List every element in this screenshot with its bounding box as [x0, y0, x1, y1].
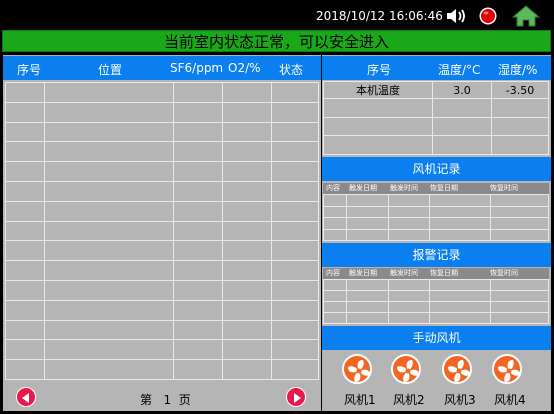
fan-icon — [492, 354, 522, 384]
table-row — [5, 180, 319, 202]
manual-fan-title: 手动风机 — [322, 326, 551, 350]
table-row — [5, 141, 319, 163]
table-row — [323, 228, 549, 241]
table-row — [5, 161, 319, 182]
fan-1-label: 风机1 — [344, 393, 376, 407]
fan-log-table — [323, 194, 549, 241]
table-row — [323, 312, 549, 324]
table-row — [5, 260, 319, 281]
table-row — [5, 299, 319, 321]
col-o2: O2/% — [228, 61, 261, 75]
col-status: 状态 — [279, 63, 304, 77]
sensor-table — [5, 82, 319, 380]
col-humidity: 湿度/% — [498, 63, 538, 77]
col-temp: 温度/°C — [438, 63, 481, 77]
table-row — [5, 82, 319, 103]
prev-page-button[interactable] — [16, 387, 36, 407]
local-row-temp: 3.0 — [432, 81, 492, 99]
fan-4-label: 风机4 — [494, 393, 526, 407]
speaker-icon[interactable] — [446, 7, 468, 25]
alarm-log-table — [323, 279, 549, 324]
local-table-header: 序号 温度/°C 湿度/% — [322, 56, 551, 80]
sensor-table-header: 序号 位置 SF6/ppm O2/% 状态 — [3, 56, 321, 80]
fan-icon — [342, 354, 372, 384]
fan-icon — [391, 354, 421, 384]
col-location: 位置 — [98, 63, 123, 77]
col-index: 序号 — [17, 63, 42, 77]
table-row — [5, 319, 319, 341]
fan-3-button[interactable] — [442, 354, 476, 388]
next-page-button[interactable] — [286, 387, 306, 407]
fan-1-button[interactable] — [342, 354, 376, 388]
alarm-log-header: 内容 触发日期 触发时间 恢复日期 恢复时间 — [323, 268, 549, 279]
datetime-display: 2018/10/12 16:06:46 — [316, 9, 443, 23]
fan-3-label: 风机3 — [444, 393, 476, 407]
home-icon[interactable] — [511, 5, 541, 27]
table-row — [5, 339, 319, 361]
local-row-humidity: -3.50 — [491, 81, 549, 99]
alarm-log-title: 报警记录 — [322, 243, 551, 267]
status-banner: 当前室内状态正常，可以安全进入 — [2, 30, 551, 52]
table-row — [323, 301, 549, 313]
fan-log-title: 风机记录 — [322, 157, 551, 181]
table-row — [323, 217, 549, 230]
alarm-light-icon[interactable] — [479, 7, 497, 25]
table-row — [323, 205, 549, 218]
table-row — [5, 279, 319, 301]
fan-2-button[interactable] — [391, 354, 425, 388]
table-row — [5, 240, 319, 262]
fan-4-button[interactable] — [492, 354, 526, 388]
table-row — [5, 200, 319, 222]
table-row — [5, 101, 319, 123]
col-sf6: SF6/ppm — [170, 61, 224, 75]
fan-icon — [442, 354, 472, 384]
table-row — [323, 290, 549, 302]
table-row — [5, 121, 319, 143]
fan-2-label: 风机2 — [393, 393, 425, 407]
local-row-name: 本机温度 — [323, 81, 433, 99]
local-table: 本机温度 3.0 -3.50 — [323, 81, 549, 155]
table-row — [5, 359, 319, 380]
fan-log-header: 内容 触发日期 触发时间 恢复日期 恢复时间 — [323, 183, 549, 194]
table-row — [323, 279, 549, 291]
table-row — [5, 220, 319, 242]
page-number: 1 — [163, 393, 172, 407]
table-row — [323, 194, 549, 207]
col-index: 序号 — [367, 63, 392, 77]
page-indicator: 第 1 页 — [140, 393, 191, 407]
